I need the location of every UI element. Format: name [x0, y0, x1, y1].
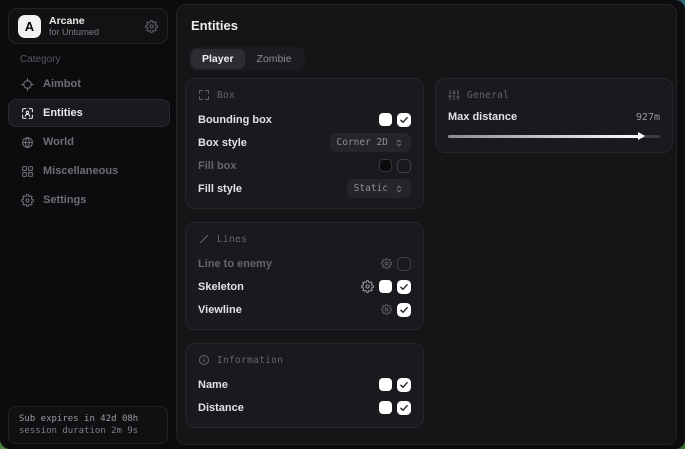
chevron-updown-icon: [394, 138, 404, 148]
section-title: Box: [217, 90, 235, 101]
sliders-icon: [448, 89, 460, 101]
row-label: Box style: [198, 137, 247, 149]
main-panel: Entities Player Zombie Box Bounding box: [176, 4, 677, 445]
sidebar-item-entities[interactable]: Entities: [8, 99, 170, 127]
crosshair-icon: [21, 78, 34, 91]
row-label: Line to enemy: [198, 258, 272, 270]
sidebar-item-miscellaneous[interactable]: Miscellaneous: [8, 157, 170, 185]
box-card: Box Bounding box Box style Corne: [185, 78, 424, 209]
app-window: A Arcane for Unturned Category Aimbot En…: [0, 0, 685, 449]
row-label: Fill box: [198, 160, 237, 172]
sidebar-item-label: World: [43, 136, 74, 148]
information-card: Information Name Distance: [185, 343, 424, 428]
color-swatch[interactable]: [379, 378, 392, 391]
row-label: Max distance: [448, 111, 517, 123]
entity-tabs: Player Zombie: [189, 47, 305, 71]
checkbox-checked[interactable]: [397, 113, 411, 127]
slider-thumb-arrow[interactable]: [638, 132, 645, 140]
globe-icon: [21, 136, 34, 149]
color-swatch[interactable]: [379, 280, 392, 293]
color-swatch[interactable]: [379, 113, 392, 126]
checkbox-checked[interactable]: [397, 401, 411, 415]
row-distance: Distance: [198, 396, 411, 419]
tab-zombie[interactable]: Zombie: [246, 49, 303, 69]
gear-icon: [21, 194, 34, 207]
brand-card: A Arcane for Unturned: [8, 8, 168, 44]
category-label: Category: [20, 54, 61, 65]
dropdown-value: Corner 2D: [337, 137, 388, 148]
fill-style-dropdown[interactable]: Static: [347, 179, 411, 198]
row-max-distance: Max distance 927m: [448, 108, 660, 126]
checkbox-checked[interactable]: [397, 280, 411, 294]
session-duration-text: session duration 2m 9s: [19, 426, 157, 436]
row-label: Bounding box: [198, 114, 272, 126]
sub-expiry-text: Sub expires in 42d 08h: [19, 414, 157, 424]
sidebar-item-world[interactable]: World: [8, 128, 170, 156]
row-viewline: Viewline: [198, 298, 411, 321]
sidebar-nav: Aimbot Entities World Miscellaneous Sett…: [8, 70, 170, 214]
tab-player[interactable]: Player: [191, 49, 245, 69]
app-logo: A: [18, 15, 41, 38]
row-label: Distance: [198, 402, 244, 414]
chevron-updown-icon: [394, 184, 404, 194]
sidebar-item-label: Settings: [43, 194, 86, 206]
sidebar-item-settings[interactable]: Settings: [8, 186, 170, 214]
sidebar-item-aimbot[interactable]: Aimbot: [8, 70, 170, 98]
row-bounding-box: Bounding box: [198, 108, 411, 131]
grid-icon: [21, 165, 34, 178]
checkbox-checked[interactable]: [397, 303, 411, 317]
right-column: General Max distance 927m: [435, 78, 673, 153]
row-fill-box: Fill box: [198, 154, 411, 177]
color-swatch[interactable]: [379, 159, 392, 172]
scan-person-icon: [21, 107, 34, 120]
row-line-to-enemy: Line to enemy: [198, 252, 411, 275]
color-swatch[interactable]: [379, 401, 392, 414]
subscription-footer: Sub expires in 42d 08h session duration …: [8, 406, 168, 444]
checkbox-unchecked[interactable]: [397, 159, 411, 173]
row-name: Name: [198, 373, 411, 396]
desktop-background: A Arcane for Unturned Category Aimbot En…: [0, 0, 685, 449]
app-subtitle: for Unturned: [49, 27, 99, 37]
section-title: Lines: [217, 234, 247, 245]
row-label: Skeleton: [198, 281, 244, 293]
row-box-style: Box style Corner 2D: [198, 131, 411, 154]
max-distance-slider[interactable]: [448, 135, 660, 138]
box-corners-icon: [198, 89, 210, 101]
page-title: Entities: [191, 18, 238, 33]
info-icon: [198, 354, 210, 366]
lines-card: Lines Line to enemy Skeleton: [185, 222, 424, 330]
row-fill-style: Fill style Static: [198, 177, 411, 200]
section-title: Information: [217, 355, 283, 366]
app-title: Arcane: [49, 15, 99, 27]
checkbox-unchecked[interactable]: [397, 257, 411, 271]
gear-icon[interactable]: [361, 280, 374, 293]
dropdown-value: Static: [354, 183, 388, 194]
slider-fill: [448, 135, 643, 138]
general-card: General Max distance 927m: [435, 78, 673, 153]
diagonal-line-icon: [198, 233, 210, 245]
left-column: Box Bounding box Box style Corne: [185, 78, 424, 428]
gear-icon[interactable]: [381, 258, 392, 269]
row-skeleton: Skeleton: [198, 275, 411, 298]
sidebar-item-label: Miscellaneous: [43, 165, 118, 177]
checkbox-checked[interactable]: [397, 378, 411, 392]
box-style-dropdown[interactable]: Corner 2D: [330, 133, 411, 152]
row-label: Fill style: [198, 183, 242, 195]
row-label: Viewline: [198, 304, 242, 316]
brand-gear-icon[interactable]: [145, 20, 158, 33]
max-distance-value: 927m: [636, 112, 660, 123]
gear-icon[interactable]: [381, 304, 392, 315]
sidebar-item-label: Entities: [43, 107, 83, 119]
section-title: General: [467, 90, 509, 101]
row-label: Name: [198, 379, 228, 391]
sidebar-item-label: Aimbot: [43, 78, 81, 90]
